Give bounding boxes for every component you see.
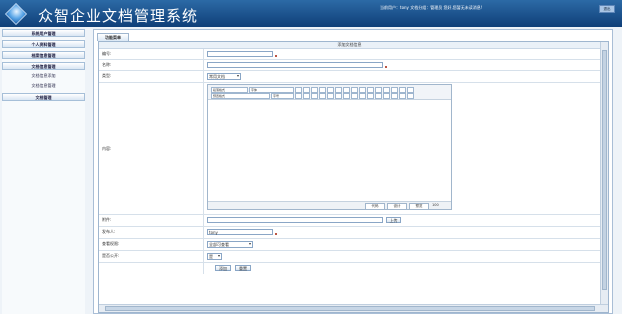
- name-input[interactable]: [207, 62, 383, 68]
- backcolor-icon[interactable]: [351, 93, 358, 99]
- logo-icon: [4, 2, 28, 26]
- editor-toolbar: 段落格式 字体 预置格式 字号: [208, 85, 451, 100]
- row-name: 名称:: [99, 60, 600, 71]
- app-header: 众智企业文档管理系统 当前用户：tony 文档分组：管理员 您好,您暂无未读消息…: [0, 0, 622, 27]
- editor-mode-preview[interactable]: 预览: [409, 203, 429, 210]
- horizontal-scroll-thumb[interactable]: [105, 306, 595, 311]
- italic-icon[interactable]: [303, 93, 310, 99]
- bold-icon[interactable]: [295, 93, 302, 99]
- attachment-label: 附件:: [99, 215, 204, 226]
- type-label: 类型:: [99, 71, 204, 82]
- number-input[interactable]: [207, 51, 273, 57]
- required-marker: [385, 66, 387, 68]
- publisher-input[interactable]: tony: [207, 229, 273, 235]
- form-panel: 添加文档信息 编号: 名称: 类型: 常用文档 内容: 段落格式 字体: [98, 41, 609, 313]
- name-label: 名称:: [99, 60, 204, 70]
- required-marker: [275, 233, 277, 235]
- public-label: 是否公开:: [99, 251, 204, 262]
- vertical-scroll-thumb[interactable]: [602, 50, 607, 290]
- forecolor-icon[interactable]: [343, 93, 350, 99]
- emotion-icon[interactable]: [391, 93, 398, 99]
- reset-button[interactable]: 重置: [235, 265, 251, 271]
- editor-mode-code[interactable]: 代码: [365, 203, 385, 210]
- main-panel: 功能菜单 添加文档信息 编号: 名称: 类型: 常用文档 内容: 段落格式 字体: [93, 29, 613, 314]
- row-permission: 查看权限: 全部可查看: [99, 239, 600, 251]
- permission-select[interactable]: 全部可查看: [207, 241, 253, 248]
- style-select[interactable]: 预置格式: [211, 93, 270, 99]
- exit-button[interactable]: 退出: [599, 5, 615, 13]
- sidebar-item-profile[interactable]: 个人资料管理: [2, 40, 85, 48]
- row-content: 内容: 段落格式 字体 预置格式 字号 代码 设计 预览 100: [99, 83, 600, 215]
- actions-label-cell: [99, 263, 204, 274]
- permission-label: 查看权限:: [99, 239, 204, 250]
- row-actions: 添加 重置: [99, 263, 600, 274]
- rich-text-editor[interactable]: 段落格式 字体 预置格式 字号 代码 设计 预览 100: [207, 84, 452, 210]
- editor-mode-design[interactable]: 设计: [387, 203, 407, 210]
- public-select[interactable]: 是: [207, 253, 222, 260]
- anchor-icon[interactable]: [375, 93, 382, 99]
- sidebar-item-system-users[interactable]: 系统用户管理: [2, 29, 85, 37]
- media-icon[interactable]: [383, 93, 390, 99]
- date-icon[interactable]: [399, 93, 406, 99]
- hr-icon[interactable]: [327, 93, 334, 99]
- row-type: 类型: 常用文档: [99, 71, 600, 83]
- table-icon[interactable]: [335, 93, 342, 99]
- zoom-level: 100: [432, 203, 439, 207]
- tab-function-menu[interactable]: 功能菜单: [97, 33, 129, 41]
- unlink-icon[interactable]: [367, 93, 374, 99]
- row-publisher: 发布人: tony: [99, 227, 600, 239]
- publisher-label: 发布人:: [99, 227, 204, 238]
- row-public: 是否公开: 是: [99, 251, 600, 263]
- help-icon[interactable]: [407, 93, 414, 99]
- row-number: 编号:: [99, 49, 600, 60]
- user-status: 当前用户：tony 文档分组：管理员 您好,您暂无未读消息!: [380, 5, 483, 10]
- sidebar-item-documents[interactable]: 文档信息管理: [2, 62, 85, 70]
- attachment-input[interactable]: [207, 217, 383, 223]
- submit-button[interactable]: 添加: [215, 265, 231, 271]
- vertical-scrollbar[interactable]: [600, 42, 608, 304]
- number-label: 编号:: [99, 49, 204, 59]
- row-attachment: 附件: 上传: [99, 215, 600, 227]
- horizontal-scrollbar[interactable]: [99, 304, 608, 312]
- size-select[interactable]: 字号: [271, 93, 294, 99]
- required-marker: [275, 55, 277, 57]
- sidebar-item-archives[interactable]: 档案信息管理: [2, 51, 85, 59]
- sidebar-subitem-manage-document[interactable]: 文档信息管理: [2, 82, 85, 90]
- sidebar-subitem-add-document[interactable]: 文档信息添加: [2, 72, 85, 80]
- form-title: 添加文档信息: [99, 42, 600, 49]
- underline-icon[interactable]: [311, 93, 318, 99]
- link-icon[interactable]: [359, 93, 366, 99]
- editor-statusbar: 代码 设计 预览 100: [208, 201, 451, 210]
- upload-button[interactable]: 上传: [386, 217, 401, 223]
- app-title: 众智企业文档管理系统: [38, 7, 199, 25]
- sidebar-item-doc-manage[interactable]: 文档管理: [2, 93, 85, 101]
- sidebar: 系统用户管理 个人资料管理 档案信息管理 文档信息管理 文档信息添加 文档信息管…: [2, 29, 85, 314]
- strikethrough-icon[interactable]: [319, 93, 326, 99]
- type-select[interactable]: 常用文档: [207, 73, 241, 80]
- content-label: 内容:: [99, 83, 204, 214]
